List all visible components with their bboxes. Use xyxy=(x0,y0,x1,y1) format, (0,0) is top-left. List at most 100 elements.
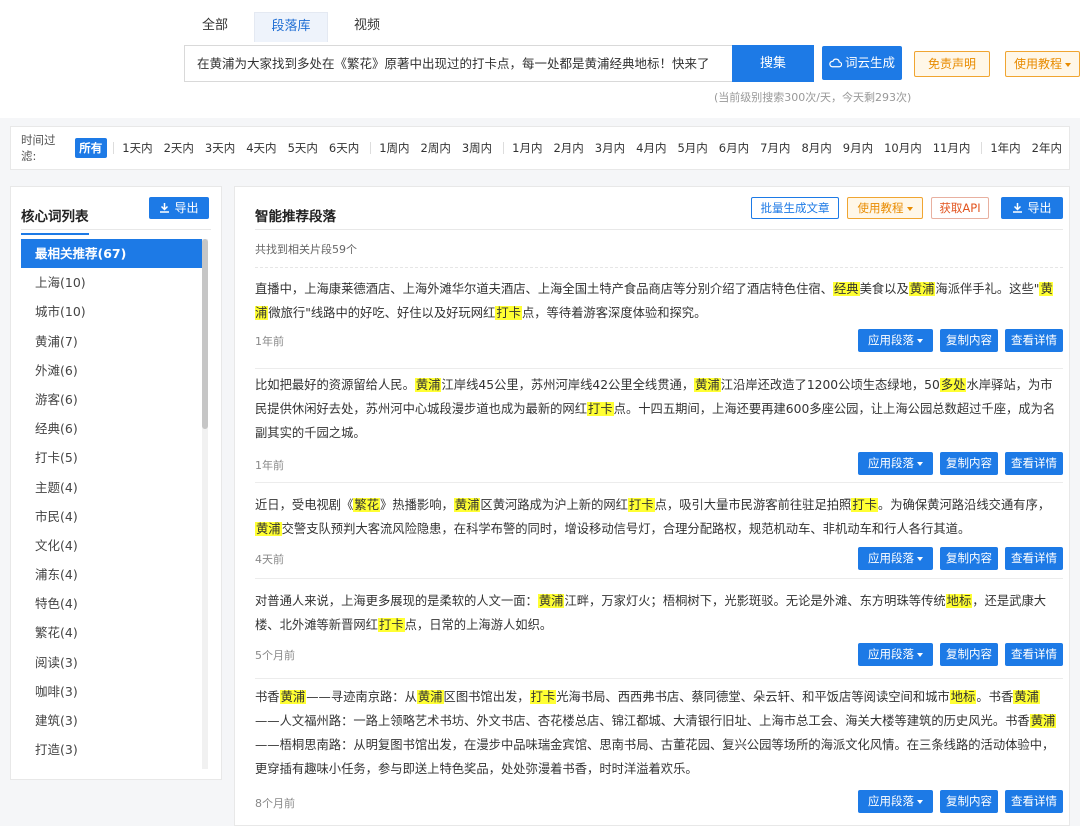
export-label: 导出 xyxy=(1027,201,1052,215)
filter-option[interactable]: 1天内 xyxy=(118,138,157,158)
copy-content-button[interactable]: 复制内容 xyxy=(940,547,998,570)
keyword-item[interactable]: 繁花(4) xyxy=(21,618,203,647)
filter-option[interactable]: 1周内 xyxy=(375,138,414,158)
apply-paragraph-button[interactable]: 应用段落 xyxy=(858,790,933,813)
filter-option[interactable]: 6月内 xyxy=(715,138,754,158)
search-tabs: 全部 段落库 视频 xyxy=(186,12,406,42)
text-segment: ——人文福州路：一路上领略艺术书坊、外文书店、杏花楼总店、锦江都城、大清银行旧址… xyxy=(255,714,1030,728)
filter-option[interactable]: 7月内 xyxy=(756,138,795,158)
search-button[interactable]: 搜集 xyxy=(732,45,814,82)
scrollbar-thumb[interactable] xyxy=(202,239,208,429)
keyword-item[interactable]: 外滩(6) xyxy=(21,356,203,385)
text-segment: 点，吸引大量市民游客前往驻足拍照 xyxy=(654,498,852,512)
tutorial-dropdown[interactable]: 使用教程 xyxy=(847,197,923,219)
paragraph-card: 对普通人来说，上海更多展现的是柔软的人文一面：黄浦江畔，万家灯火；梧桐树下，光影… xyxy=(255,589,1063,679)
keyword-export-button[interactable]: 导出 xyxy=(149,197,209,219)
view-details-button[interactable]: 查看详情 xyxy=(1005,547,1063,570)
filter-option[interactable]: 2天内 xyxy=(160,138,199,158)
apply-label: 应用段落 xyxy=(868,456,914,470)
paragraph-export-button[interactable]: 导出 xyxy=(1001,197,1063,219)
paragraph-actions: 应用段落 复制内容 查看详情 xyxy=(851,329,1063,352)
filter-option[interactable]: 5月内 xyxy=(673,138,712,158)
filter-option[interactable]: 3周内 xyxy=(458,138,497,158)
filter-option[interactable]: 4月内 xyxy=(632,138,671,158)
tab-paragraph-library[interactable]: 段落库 xyxy=(254,12,328,42)
word-cloud-button[interactable]: 词云生成 xyxy=(822,46,902,80)
apply-paragraph-button[interactable]: 应用段落 xyxy=(858,643,933,666)
tutorial-label: 使用教程 xyxy=(1013,57,1062,71)
view-details-button[interactable]: 查看详情 xyxy=(1005,790,1063,813)
paragraph-text: 书香黄浦——寻迹南京路：从黄浦区图书馆出发，打卡光海书局、西西弗书店、蔡同德堂、… xyxy=(255,685,1063,781)
keyword-highlight: 打卡 xyxy=(377,618,405,632)
filter-option[interactable]: 2年内 xyxy=(1028,138,1067,158)
filter-option[interactable]: 1月内 xyxy=(508,138,547,158)
filter-divider xyxy=(981,142,983,154)
keyword-item[interactable]: 打造(3) xyxy=(21,735,203,764)
apply-paragraph-button[interactable]: 应用段落 xyxy=(858,452,933,475)
batch-generate-button[interactable]: 批量生成文章 xyxy=(751,197,839,219)
filter-option[interactable]: 3天内 xyxy=(201,138,240,158)
filter-option[interactable]: 5天内 xyxy=(284,138,323,158)
copy-content-button[interactable]: 复制内容 xyxy=(940,329,998,352)
search-quota-text: (当前级别搜索300次/天，今天剩293次) xyxy=(714,91,912,104)
keyword-highlight: 黄浦 xyxy=(414,378,442,392)
disclaimer-button[interactable]: 免责声明 xyxy=(914,51,990,77)
keyword-item[interactable]: 咖啡(3) xyxy=(21,677,203,706)
filter-option[interactable]: 11月内 xyxy=(929,138,976,158)
text-segment: 微旅行"线路中的好吃、好住以及好玩网红 xyxy=(268,306,496,320)
keyword-item[interactable]: 阅读(3) xyxy=(21,648,203,677)
chevron-down-icon xyxy=(917,338,923,343)
keyword-highlight: 打卡 xyxy=(495,306,522,320)
apply-paragraph-button[interactable]: 应用段落 xyxy=(858,547,933,570)
copy-content-button[interactable]: 复制内容 xyxy=(940,452,998,475)
keyword-item[interactable]: 最相关推荐(67) xyxy=(21,239,203,269)
filter-option[interactable]: 2月内 xyxy=(549,138,588,158)
get-api-button[interactable]: 获取API xyxy=(931,197,989,219)
keyword-item[interactable]: 游客(6) xyxy=(21,385,203,414)
keyword-item[interactable]: 文化(4) xyxy=(21,531,203,560)
cloud-icon xyxy=(829,58,843,68)
keyword-item[interactable]: 上海(10) xyxy=(21,268,203,297)
copy-content-button[interactable]: 复制内容 xyxy=(940,790,998,813)
filter-option[interactable]: 6天内 xyxy=(325,138,364,158)
keyword-item[interactable]: 打卡(5) xyxy=(21,443,203,472)
tutorial-dropdown-top[interactable]: 使用教程 xyxy=(1005,51,1080,77)
keyword-highlight: 地标 xyxy=(949,690,977,704)
tab-video[interactable]: 视频 xyxy=(338,12,396,42)
text-segment: 直播中，上海康莱德酒店、上海外滩华尔道夫酒店、上海全国土特产食品商店等分别介绍了… xyxy=(255,282,833,296)
filter-option[interactable]: 9月内 xyxy=(839,138,878,158)
tab-all[interactable]: 全部 xyxy=(186,12,244,42)
filter-label: 时间过滤: xyxy=(21,133,56,163)
filter-option[interactable]: 8月内 xyxy=(797,138,836,158)
keyword-item[interactable]: 市民(4) xyxy=(21,502,203,531)
result-count: 共找到相关片段59个 xyxy=(255,243,357,256)
keyword-item[interactable]: 特色(4) xyxy=(21,589,203,618)
text-segment: 书香 xyxy=(255,690,280,704)
text-segment: 点，日常的上海游人如织。 xyxy=(404,618,553,632)
text-segment: 对普通人来说，上海更多展现的是柔软的人文一面： xyxy=(255,594,538,608)
keyword-item[interactable]: 主题(4) xyxy=(21,473,203,502)
copy-content-button[interactable]: 复制内容 xyxy=(940,643,998,666)
keyword-scrollbar[interactable] xyxy=(202,239,208,769)
keyword-item[interactable]: 黄浦(7) xyxy=(21,327,203,356)
paragraph-text: 对普通人来说，上海更多展现的是柔软的人文一面：黄浦江畔，万家灯火；梧桐树下，光影… xyxy=(255,589,1063,637)
keyword-list: 最相关推荐(67) 上海(10) 城市(10) 黄浦(7) 外滩(6) 游客(6… xyxy=(21,239,203,764)
keyword-item[interactable]: 浦东(4) xyxy=(21,560,203,589)
paragraph-time: 8个月前 xyxy=(255,797,295,810)
keyword-item[interactable]: 城市(10) xyxy=(21,297,203,326)
search-input[interactable]: 在黄浦为大家找到多处在《繁花》原著中出现过的打卡点，每一处都是黄浦经典地标！快来… xyxy=(184,45,732,82)
view-details-button[interactable]: 查看详情 xyxy=(1005,329,1063,352)
divider xyxy=(21,229,211,230)
view-details-button[interactable]: 查看详情 xyxy=(1005,452,1063,475)
filter-option[interactable]: 3月内 xyxy=(591,138,630,158)
paragraph-time: 1年前 xyxy=(255,459,284,472)
filter-option[interactable]: 10月内 xyxy=(880,138,927,158)
view-details-button[interactable]: 查看详情 xyxy=(1005,643,1063,666)
apply-paragraph-button[interactable]: 应用段落 xyxy=(858,329,933,352)
keyword-item[interactable]: 经典(6) xyxy=(21,414,203,443)
filter-option[interactable]: 所有 xyxy=(75,138,108,158)
keyword-item[interactable]: 建筑(3) xyxy=(21,706,203,735)
filter-option[interactable]: 2周内 xyxy=(417,138,456,158)
filter-option[interactable]: 1年内 xyxy=(986,138,1025,158)
filter-option[interactable]: 4天内 xyxy=(242,138,281,158)
